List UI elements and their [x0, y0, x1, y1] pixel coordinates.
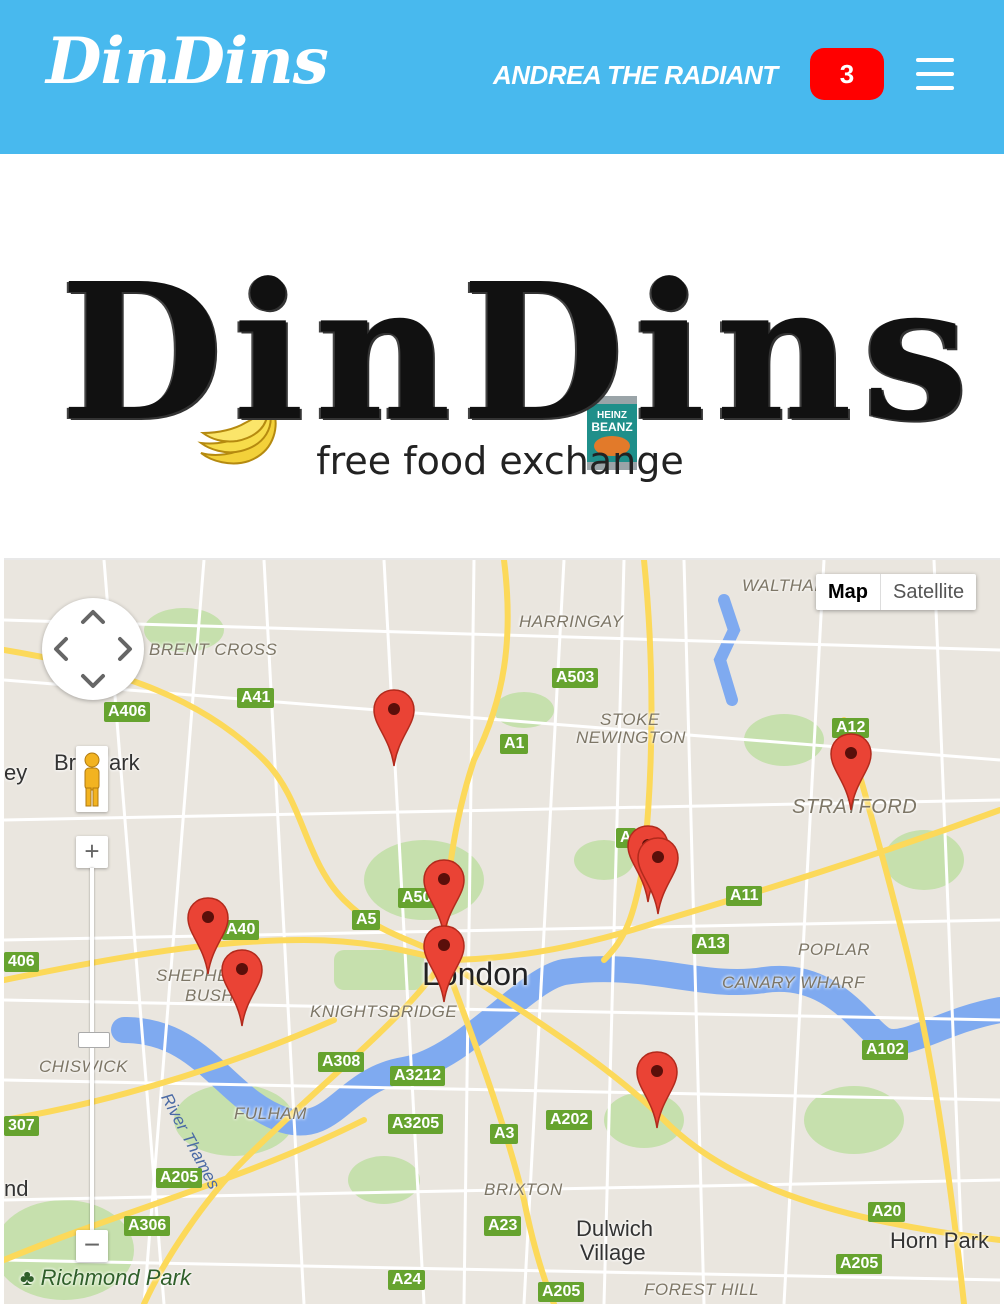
- label-fulham: FULHAM: [234, 1104, 307, 1123]
- map-marker-icon[interactable]: [635, 1050, 679, 1130]
- road-shield: A23: [484, 1216, 522, 1236]
- road-shield: A20: [868, 1202, 906, 1222]
- label-stoke: STOKE: [600, 710, 660, 729]
- road-shield: A306: [124, 1216, 171, 1236]
- road-shield: A24: [388, 1270, 426, 1290]
- label-richmond-park: ♣ Richmond Park: [20, 1265, 191, 1290]
- street-view-pegman-icon[interactable]: [76, 746, 108, 812]
- label-walthamstow: WALTHAI: [742, 576, 820, 595]
- label-brixton: BRIXTON: [484, 1180, 563, 1199]
- label-newington: NEWINGTON: [576, 728, 686, 747]
- notification-badge[interactable]: 3: [810, 48, 884, 100]
- map-marker-icon[interactable]: [829, 732, 873, 812]
- map-marker-icon[interactable]: [372, 688, 416, 768]
- map-marker-icon[interactable]: [636, 836, 680, 916]
- road-shield: A3: [490, 1124, 519, 1144]
- road-shield: A5: [352, 910, 381, 930]
- pan-arrows-icon: [54, 610, 132, 688]
- map-marker-icon[interactable]: [422, 924, 466, 1004]
- road-shield: A3212: [390, 1066, 446, 1086]
- tree-icon: ♣: [20, 1265, 41, 1290]
- label-dulwich: Dulwich: [576, 1216, 654, 1241]
- brand-logo[interactable]: DinDins: [46, 30, 329, 94]
- label-horn-park: Horn Park: [890, 1228, 990, 1253]
- label-canary-wharf: CANARY WHARF: [722, 973, 865, 992]
- road-shield: A205: [836, 1254, 883, 1274]
- zoom-slider-handle[interactable]: [78, 1032, 110, 1048]
- road-shield: 406: [4, 952, 39, 972]
- hero-tagline: free food exchange: [316, 439, 684, 483]
- road-shield: A41: [237, 688, 275, 708]
- zoom-in-button[interactable]: +: [76, 836, 108, 868]
- road-shield: A3205: [388, 1114, 444, 1134]
- road-shield: A202: [546, 1110, 593, 1130]
- label-chiswick: CHISWICK: [39, 1057, 128, 1076]
- pan-control[interactable]: [42, 598, 144, 700]
- road-shield: A13: [692, 934, 730, 954]
- road-shield: A503: [552, 668, 599, 688]
- label-village: Village: [580, 1240, 646, 1265]
- zoom-out-button[interactable]: −: [76, 1230, 108, 1262]
- map-type-control: Map Satellite: [816, 574, 977, 610]
- road-shield: A308: [318, 1052, 365, 1072]
- road-shield: A102: [862, 1040, 909, 1060]
- food-map[interactable]: BRENT CROSS HARRINGAY WALTHAI STOKE NEWI…: [4, 558, 1000, 1304]
- label-poplar: POPLAR: [798, 940, 870, 959]
- label-ey: ey: [4, 760, 28, 785]
- road-shield: 307: [4, 1116, 39, 1136]
- label-harringay: HARRINGAY: [519, 612, 624, 631]
- hero-logo-section: HEINZ BEANZ DinDins free food exchange: [0, 154, 1004, 554]
- hero-logo-text: DinDins: [60, 242, 979, 463]
- zoom-slider-track[interactable]: [90, 868, 94, 1230]
- road-shield: A205: [538, 1282, 585, 1302]
- road-shield: A406: [104, 702, 151, 722]
- label-brent-cross: BRENT CROSS: [149, 640, 278, 659]
- label-forest-hill: FOREST HILL: [644, 1280, 760, 1299]
- hamburger-menu-icon[interactable]: [912, 54, 960, 94]
- top-navigation-bar: DinDins ANDREA THE RADIANT 3: [0, 0, 1004, 154]
- username-label[interactable]: ANDREA THE RADIANT: [493, 58, 778, 92]
- road-shield: A205: [156, 1168, 203, 1188]
- label-nd: nd: [4, 1176, 29, 1201]
- map-type-map-button[interactable]: Map: [816, 574, 881, 610]
- map-marker-icon[interactable]: [220, 948, 264, 1028]
- road-shield: A11: [726, 886, 763, 906]
- label-knightsbridge: KNIGHTSBRIDGE: [310, 1002, 458, 1021]
- map-type-satellite-button[interactable]: Satellite: [881, 574, 976, 610]
- road-shield: A1: [500, 734, 529, 754]
